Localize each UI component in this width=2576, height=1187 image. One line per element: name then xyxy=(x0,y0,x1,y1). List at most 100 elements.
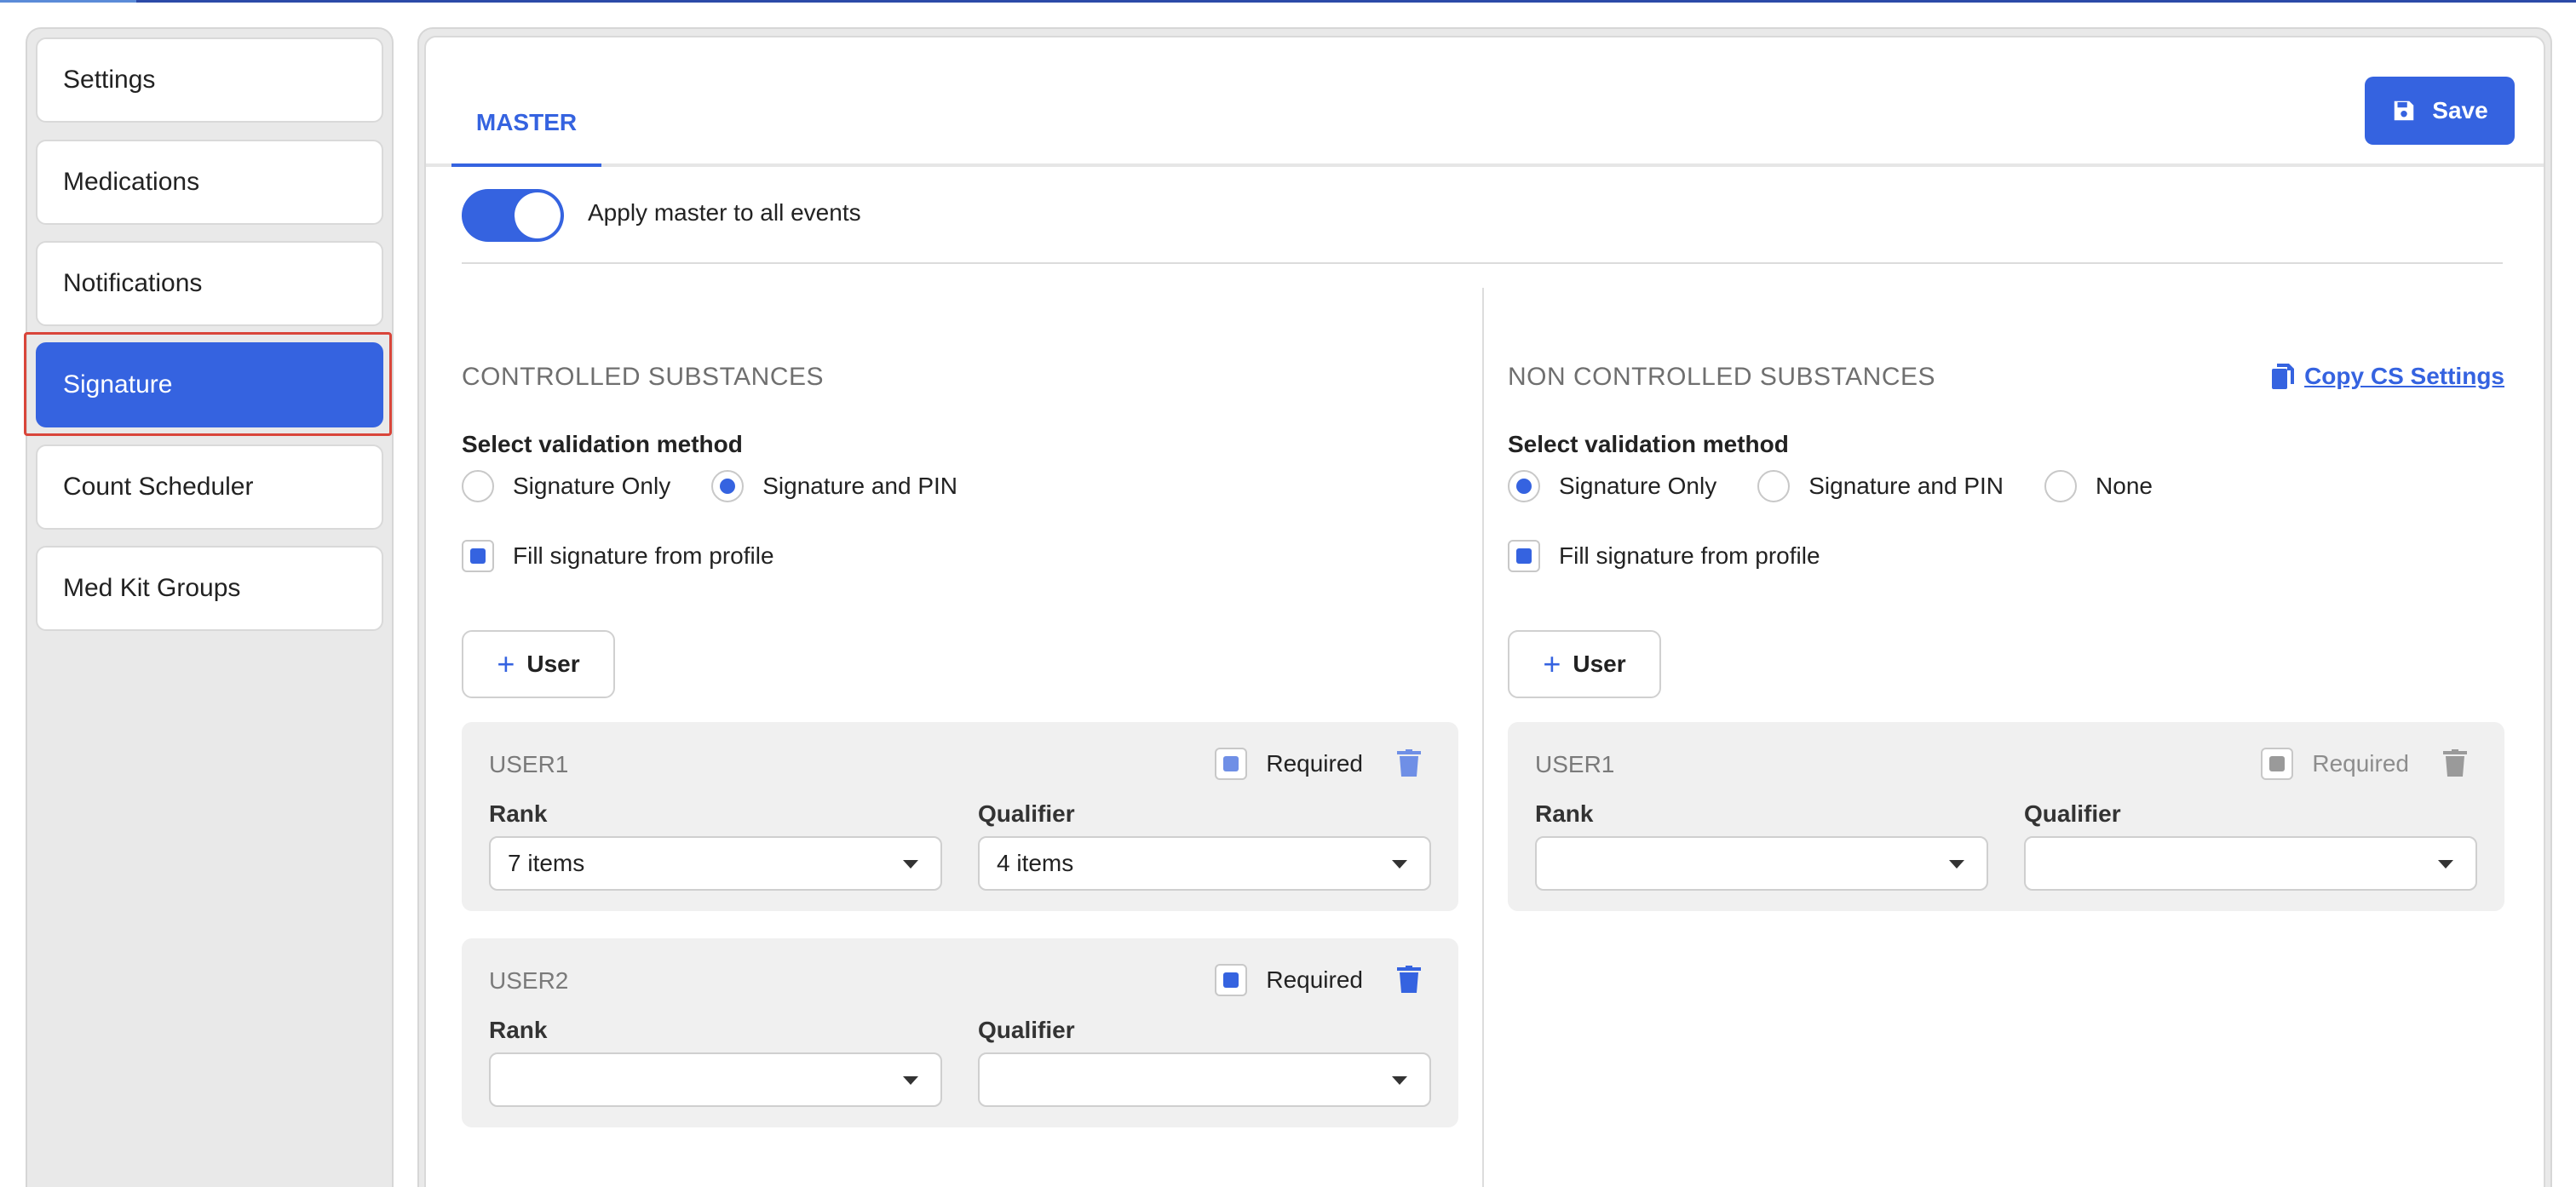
required-option[interactable]: Required xyxy=(2261,748,2409,780)
divider xyxy=(462,262,2503,264)
top-border xyxy=(0,0,2576,3)
copy-cs-settings-label: Copy CS Settings xyxy=(2304,363,2504,389)
validation-method-group: Signature Only Signature and PIN xyxy=(462,470,998,502)
required-checkbox[interactable] xyxy=(1215,964,1248,996)
toggle-knob xyxy=(515,192,561,238)
radio-label: Signature Only xyxy=(513,473,671,499)
radio-label: Signature Only xyxy=(1559,473,1717,499)
user-name: USER1 xyxy=(1535,751,1615,777)
plus-icon: + xyxy=(497,646,515,681)
trash-icon[interactable] xyxy=(1397,749,1421,777)
sidebar-item-notifications[interactable]: Notifications xyxy=(36,241,383,326)
sidebar-item-settings[interactable]: Settings xyxy=(36,37,383,123)
radio-label: Signature and PIN xyxy=(762,473,958,499)
rank-select[interactable] xyxy=(1535,836,1988,891)
fill-signature-option[interactable]: Fill signature from profile xyxy=(1508,540,1820,572)
user-card: USER2 Required Rank Qualifier xyxy=(462,938,1458,1127)
copy-cs-settings-link[interactable]: Copy CS Settings xyxy=(2272,363,2504,390)
radio-label: None xyxy=(2096,473,2153,499)
apply-master-toggle[interactable] xyxy=(462,189,564,242)
qualifier-select[interactable] xyxy=(2024,836,2477,891)
sidebar-item-label: Med Kit Groups xyxy=(63,574,241,602)
radio-signature-only[interactable]: Signature Only xyxy=(462,470,670,502)
validation-method-label: Select validation method xyxy=(1508,431,1789,457)
sidebar-item-med-kit-groups[interactable]: Med Kit Groups xyxy=(36,546,383,631)
plus-icon: + xyxy=(1543,646,1561,681)
sidebar-item-count-scheduler[interactable]: Count Scheduler xyxy=(36,444,383,530)
user-name: USER1 xyxy=(489,751,569,777)
tab-master[interactable]: MASTER xyxy=(451,94,601,167)
fill-signature-label: Fill signature from profile xyxy=(1559,542,1820,569)
sidebar-item-label: Notifications xyxy=(63,269,203,297)
section-title: CONTROLLED SUBSTANCES xyxy=(462,363,825,391)
radio-button[interactable] xyxy=(462,470,494,502)
fill-signature-checkbox[interactable] xyxy=(462,540,494,572)
radio-label: Signature and PIN xyxy=(1808,473,2004,499)
caret-down-icon xyxy=(1949,860,1964,869)
sidebar-item-signature[interactable]: Signature xyxy=(36,342,383,427)
add-user-button[interactable]: + User xyxy=(1508,630,1661,698)
radio-button[interactable] xyxy=(2044,470,2078,502)
radio-signature-and-pin[interactable]: Signature and PIN xyxy=(1757,470,2004,502)
rank-label: Rank xyxy=(489,1017,548,1043)
user-name: USER2 xyxy=(489,967,569,994)
sidebar: Settings Medications Notifications Signa… xyxy=(26,27,394,1187)
sidebar-item-label: Medications xyxy=(63,168,200,196)
column-divider xyxy=(1482,288,1484,1187)
radio-signature-and-pin[interactable]: Signature and PIN xyxy=(711,470,957,502)
radio-button[interactable] xyxy=(1508,470,1540,502)
qualifier-label: Qualifier xyxy=(978,800,1075,827)
radio-button[interactable] xyxy=(711,470,745,502)
tab-bar: MASTER Save xyxy=(426,37,2544,167)
caret-down-icon xyxy=(2438,860,2453,869)
rank-value: 7 items xyxy=(508,850,585,876)
save-button[interactable]: Save xyxy=(2365,77,2515,145)
radio-signature-only[interactable]: Signature Only xyxy=(1508,470,1716,502)
required-label: Required xyxy=(1266,966,1363,993)
fill-signature-label: Fill signature from profile xyxy=(513,542,774,569)
required-checkbox[interactable] xyxy=(1215,748,1248,780)
rank-label: Rank xyxy=(1535,800,1594,827)
qualifier-label: Qualifier xyxy=(2024,800,2121,827)
required-label: Required xyxy=(2312,750,2409,777)
qualifier-select[interactable] xyxy=(978,1052,1431,1107)
main-panel: MASTER Save Apply master to all events C… xyxy=(424,36,2545,1187)
add-user-label: User xyxy=(526,651,580,677)
copy-icon xyxy=(2272,364,2295,389)
add-user-label: User xyxy=(1573,651,1626,677)
radio-none[interactable]: None xyxy=(2044,470,2153,502)
save-label: Save xyxy=(2432,97,2488,123)
required-label: Required xyxy=(1266,750,1363,777)
caret-down-icon xyxy=(1392,1076,1407,1085)
trash-icon[interactable] xyxy=(1397,966,1421,993)
floppy-disk-icon xyxy=(2395,100,2414,121)
validation-method-label: Select validation method xyxy=(462,431,743,457)
required-option[interactable]: Required xyxy=(1215,964,1363,996)
fill-signature-option[interactable]: Fill signature from profile xyxy=(462,540,774,572)
required-checkbox[interactable] xyxy=(2261,748,2294,780)
validation-method-group: Signature Only Signature and PIN None xyxy=(1508,470,2194,502)
user-card: USER1 Required Rank 7 items Qualifier 4 … xyxy=(462,722,1458,911)
apply-master-label: Apply master to all events xyxy=(588,199,861,226)
sidebar-item-medications[interactable]: Medications xyxy=(36,140,383,225)
sidebar-item-label: Count Scheduler xyxy=(63,473,254,501)
user-card: USER1 Required Rank Qualifier xyxy=(1508,722,2504,911)
sidebar-item-label: Settings xyxy=(63,66,156,94)
radio-button[interactable] xyxy=(1757,470,1791,502)
rank-select[interactable] xyxy=(489,1052,942,1107)
sidebar-item-label: Signature xyxy=(63,370,173,399)
qualifier-select[interactable]: 4 items xyxy=(978,836,1431,891)
qualifier-value: 4 items xyxy=(997,850,1074,876)
rank-select[interactable]: 7 items xyxy=(489,836,942,891)
qualifier-label: Qualifier xyxy=(978,1017,1075,1043)
fill-signature-checkbox[interactable] xyxy=(1508,540,1540,572)
section-title: NON CONTROLLED SUBSTANCES xyxy=(1508,363,1936,391)
caret-down-icon xyxy=(1392,860,1407,869)
add-user-button[interactable]: + User xyxy=(462,630,615,698)
caret-down-icon xyxy=(903,860,918,869)
trash-icon[interactable] xyxy=(2443,749,2467,777)
rank-label: Rank xyxy=(489,800,548,827)
caret-down-icon xyxy=(903,1076,918,1085)
top-border-accent xyxy=(0,0,136,3)
required-option[interactable]: Required xyxy=(1215,748,1363,780)
